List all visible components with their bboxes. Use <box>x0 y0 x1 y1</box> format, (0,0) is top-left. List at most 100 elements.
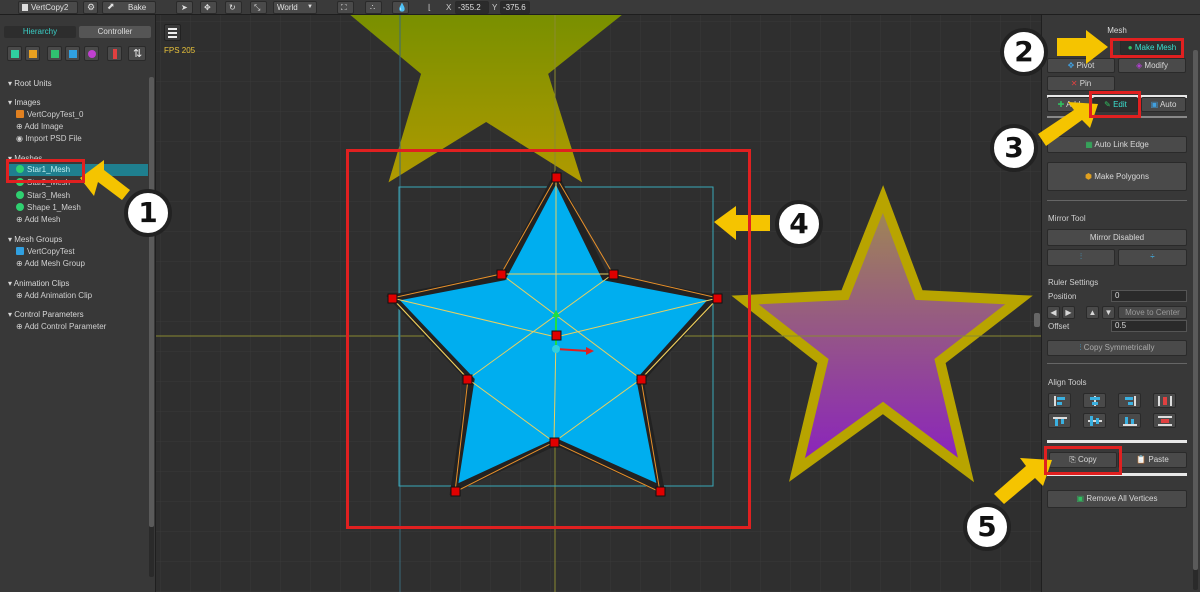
list-item-image[interactable]: VertCopyTest_0 <box>16 110 83 120</box>
align-bottom-button[interactable] <box>1118 413 1141 428</box>
mesh-item-star1[interactable]: Star1_Mesh <box>16 165 70 175</box>
add-control-parameter-button[interactable]: ⊕ Add Control Parameter <box>16 322 106 332</box>
y-label: Y <box>492 3 498 12</box>
left-scrollbar[interactable] <box>149 77 154 577</box>
align-top-button[interactable] <box>1048 413 1071 428</box>
distribute-h-button[interactable] <box>1153 393 1176 408</box>
root-units-filter-icon[interactable] <box>7 46 22 61</box>
distribute-v-button[interactable] <box>1153 413 1176 428</box>
paste-button[interactable]: 📋 Paste <box>1118 452 1187 468</box>
separator <box>1047 116 1187 118</box>
add-image-button[interactable]: ⊕ Add Image <box>16 122 63 132</box>
meshes-filter-icon[interactable] <box>47 46 62 61</box>
cursor-icon: ➤ <box>181 3 188 12</box>
mesh-group-item[interactable]: VertCopyTest <box>16 247 75 257</box>
import-psd-button[interactable]: ◉ Import PSD File <box>16 134 82 144</box>
viewport-canvas[interactable]: FPS 205 <box>156 15 1041 592</box>
vertex[interactable] <box>549 437 560 448</box>
menu-icon <box>168 28 177 30</box>
viewport-menu-button[interactable] <box>164 24 181 41</box>
add-mesh-button[interactable]: ⊕ Add Mesh <box>16 215 61 225</box>
y-field[interactable]: -375.6 <box>500 1 530 14</box>
ruler-settings-label: Ruler Settings <box>1048 278 1099 287</box>
images-filter-icon[interactable] <box>25 46 40 61</box>
vertex[interactable] <box>496 269 507 280</box>
bounds-tool-button[interactable]: ⛶ <box>337 1 354 14</box>
settings-button[interactable]: ⚙ <box>83 1 98 14</box>
animation-filter-icon[interactable] <box>84 46 99 61</box>
move-icon: ✥ <box>204 3 211 12</box>
vertex[interactable] <box>551 172 562 183</box>
make-mesh-tab[interactable]: ● Make Mesh <box>1120 40 1184 55</box>
offset-input[interactable]: 0.5 <box>1111 320 1187 332</box>
section-animation-clips[interactable]: ▾ Animation Clips <box>8 279 69 289</box>
copy-button[interactable]: ⎘ Copy <box>1049 452 1117 468</box>
step-badge-5: 5 <box>963 503 1011 551</box>
mirror-vertical-button[interactable]: ⫶ <box>1047 249 1115 266</box>
left-scrollbar-thumb[interactable] <box>149 77 154 527</box>
nudge-right-button[interactable]: ▶ <box>1062 306 1075 319</box>
x-field[interactable]: -355.2 <box>455 1 489 14</box>
nudge-up-button[interactable]: ▲ <box>1086 306 1099 319</box>
align-center-v-button[interactable] <box>1083 413 1106 428</box>
tab-controller[interactable]: Controller <box>79 26 151 38</box>
add-mesh-group-button[interactable]: ⊕ Add Mesh Group <box>16 259 85 269</box>
gizmo-center[interactable] <box>552 345 560 353</box>
copy-icon: ⎘ <box>1069 455 1078 464</box>
section-root-units[interactable]: ▾ Root Units <box>8 79 52 89</box>
right-scrollbar[interactable] <box>1193 50 1198 590</box>
remove-all-vertices-button[interactable]: ▣ Remove All Vertices <box>1047 490 1187 508</box>
file-tab[interactable]: VertCopy2 <box>18 1 78 14</box>
vertex[interactable] <box>450 486 461 497</box>
right-scrollbar-thumb[interactable] <box>1193 50 1198 570</box>
section-meshes[interactable]: ▾ Meshes <box>8 154 42 164</box>
align-right-button[interactable] <box>1118 393 1141 408</box>
auto-mode-button[interactable]: ▣ Auto <box>1141 97 1186 112</box>
move-to-center-button[interactable]: Move to Center <box>1118 306 1187 319</box>
move-tool-button[interactable]: ✥ <box>200 1 217 14</box>
modify-tab[interactable]: ◈ Modify <box>1118 58 1186 73</box>
align-center-h-button[interactable] <box>1083 393 1106 408</box>
add-mode-button[interactable]: ✚ Add <box>1047 97 1091 112</box>
vertex[interactable] <box>636 374 647 385</box>
nudge-down-button[interactable]: ▼ <box>1102 306 1115 319</box>
mesh-item-star3[interactable]: Star3_Mesh <box>16 191 70 201</box>
vertex[interactable] <box>551 330 562 341</box>
align-left-button[interactable] <box>1048 393 1071 408</box>
auto-link-edge-button[interactable]: ▦ Auto Link Edge <box>1047 136 1187 153</box>
position-input[interactable]: 0 <box>1111 290 1187 302</box>
mesh-item-shape1[interactable]: Shape 1_Mesh <box>16 203 81 213</box>
section-mesh-groups[interactable]: ▾ Mesh Groups <box>8 235 62 245</box>
section-images[interactable]: ▾ Images <box>8 98 40 108</box>
mesh-groups-filter-icon[interactable] <box>65 46 80 61</box>
copy-symmetrically-button[interactable]: ⫶ Copy Symmetrically <box>1047 340 1187 356</box>
parameter-filter-icon[interactable] <box>107 46 122 61</box>
add-animation-clip-button[interactable]: ⊕ Add Animation Clip <box>16 291 92 301</box>
edit-mode-button[interactable]: ✎ Edit <box>1093 97 1138 112</box>
rotate-tool-button[interactable]: ↻ <box>225 1 242 14</box>
import-icon: ◉ <box>16 134 26 143</box>
nudge-left-button[interactable]: ◀ <box>1047 306 1060 319</box>
space-dropdown[interactable]: World ▼ <box>273 1 317 14</box>
mesh-item-star2[interactable]: Star2_Mesh <box>16 178 70 188</box>
scale-tool-button[interactable]: ⤡ <box>250 1 267 14</box>
mirror-horizontal-button[interactable]: ÷ <box>1118 249 1187 266</box>
right-panel-resize-handle[interactable] <box>1034 313 1040 327</box>
bake-button[interactable]: ⬈ Bake <box>102 1 156 14</box>
color-tool-button[interactable]: 💧 <box>392 1 409 14</box>
make-polygons-button[interactable]: ⬢ Make Polygons <box>1047 162 1187 191</box>
vertex[interactable] <box>712 293 723 304</box>
pivot-tab[interactable]: ✥ Pivot <box>1047 58 1115 73</box>
section-control-parameters[interactable]: ▾ Control Parameters <box>8 310 84 320</box>
vertex[interactable] <box>462 374 473 385</box>
vertex[interactable] <box>608 269 619 280</box>
sort-button[interactable]: ⇅ <box>128 46 146 61</box>
vertex[interactable] <box>655 486 666 497</box>
pin-tab[interactable]: ✕ Pin <box>1047 76 1115 91</box>
tab-hierarchy[interactable]: Hierarchy <box>4 26 76 38</box>
onion-tool-button[interactable]: ∴ <box>365 1 382 14</box>
polygon-icon: ⬢ <box>1085 172 1095 181</box>
vertex[interactable] <box>387 293 398 304</box>
mirror-toggle-button[interactable]: Mirror Disabled <box>1047 229 1187 246</box>
select-tool-button[interactable]: ➤ <box>176 1 193 14</box>
